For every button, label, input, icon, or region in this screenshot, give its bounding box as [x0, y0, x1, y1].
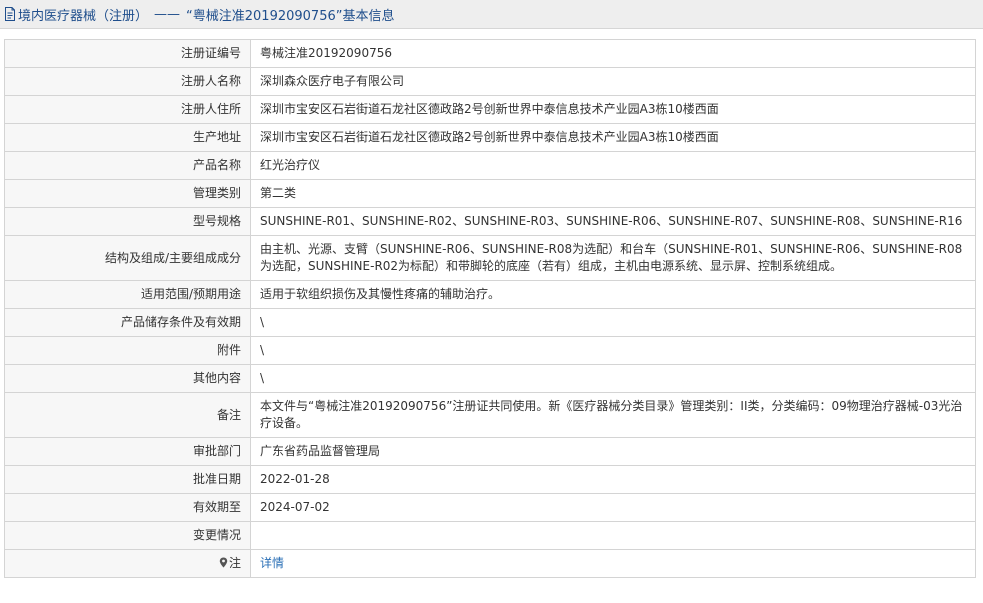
document-icon [5, 7, 15, 21]
row-label: 有效期至 [4, 493, 251, 522]
row-value: SUNSHINE-R01、SUNSHINE-R02、SUNSHINE-R03、S… [250, 207, 976, 236]
row-label: 其他内容 [4, 364, 251, 393]
table-row: 产品名称 红光治疗仪 [4, 151, 976, 180]
row-label: 审批部门 [4, 437, 251, 466]
row-label: 批准日期 [4, 465, 251, 494]
row-label: 注册证编号 [4, 39, 251, 68]
header-separator: —— [154, 6, 181, 22]
table-row: 生产地址 深圳市宝安区石岩街道石龙社区德政路2号创新世界中泰信息技术产业园A3栋… [4, 123, 976, 152]
row-label: 管理类别 [4, 179, 251, 208]
table-row: 注册人住所 深圳市宝安区石岩街道石龙社区德政路2号创新世界中泰信息技术产业园A3… [4, 95, 976, 124]
table-row: 其他内容 \ [4, 364, 976, 393]
row-value: 粤械注准20192090756 [250, 39, 976, 68]
row-value: 本文件与“粤械注准20192090756”注册证共同使用。新《医疗器械分类目录》… [250, 392, 976, 438]
table-row: 注册证编号 粤械注准20192090756 [4, 39, 976, 68]
row-label: 型号规格 [4, 207, 251, 236]
row-value: 深圳市宝安区石岩街道石龙社区德政路2号创新世界中泰信息技术产业园A3栋10楼西面 [250, 95, 976, 124]
row-value: 适用于软组织损伤及其慢性疼痛的辅助治疗。 [250, 280, 976, 309]
note-label-cell: 注 [4, 549, 251, 578]
row-label: 产品储存条件及有效期 [4, 308, 251, 337]
row-value: 广东省药品监督管理局 [250, 437, 976, 466]
row-value: 2022-01-28 [250, 465, 976, 494]
row-value: \ [250, 336, 976, 365]
info-table: 注册证编号 粤械注准20192090756 注册人名称 深圳森众医疗电子有限公司… [4, 39, 976, 578]
row-value: 深圳市宝安区石岩街道石龙社区德政路2号创新世界中泰信息技术产业园A3栋10楼西面 [250, 123, 976, 152]
row-label: 结构及组成/主要组成成分 [4, 235, 251, 281]
note-row: 注 详情 [4, 549, 976, 578]
row-label: 备注 [4, 392, 251, 438]
row-value: 2024-07-02 [250, 493, 976, 522]
note-value-cell: 详情 [250, 549, 976, 578]
location-pin-icon [219, 557, 228, 568]
table-row: 批准日期 2022-01-28 [4, 465, 976, 494]
row-value: \ [250, 364, 976, 393]
row-value [250, 521, 976, 550]
row-label: 注册人住所 [4, 95, 251, 124]
table-row: 有效期至 2024-07-02 [4, 493, 976, 522]
row-label: 变更情况 [4, 521, 251, 550]
table-row: 注册人名称 深圳森众医疗电子有限公司 [4, 67, 976, 96]
table-row: 结构及组成/主要组成成分 由主机、光源、支臂（SUNSHINE-R06、SUNS… [4, 235, 976, 281]
row-value: 第二类 [250, 179, 976, 208]
row-label: 生产地址 [4, 123, 251, 152]
table-row: 产品储存条件及有效期 \ [4, 308, 976, 337]
row-value: 红光治疗仪 [250, 151, 976, 180]
row-label: 产品名称 [4, 151, 251, 180]
table-row: 审批部门 广东省药品监督管理局 [4, 437, 976, 466]
table-row: 管理类别 第二类 [4, 179, 976, 208]
header-category: 境内医疗器械（注册） [18, 8, 149, 24]
table-row: 适用范围/预期用途 适用于软组织损伤及其慢性疼痛的辅助治疗。 [4, 280, 976, 309]
row-label: 适用范围/预期用途 [4, 280, 251, 309]
page-header: 境内医疗器械（注册） —— “粤械注准20192090756”基本信息 [0, 0, 983, 29]
row-label: 注册人名称 [4, 67, 251, 96]
table-row: 变更情况 [4, 521, 976, 550]
row-value: 深圳森众医疗电子有限公司 [250, 67, 976, 96]
table-row: 备注 本文件与“粤械注准20192090756”注册证共同使用。新《医疗器械分类… [4, 392, 976, 438]
detail-link[interactable]: 详情 [260, 556, 284, 570]
table-row: 附件 \ [4, 336, 976, 365]
row-value: \ [250, 308, 976, 337]
row-value: 由主机、光源、支臂（SUNSHINE-R06、SUNSHINE-R08为选配）和… [250, 235, 976, 281]
row-label: 附件 [4, 336, 251, 365]
table-row: 型号规格 SUNSHINE-R01、SUNSHINE-R02、SUNSHINE-… [4, 207, 976, 236]
note-label: 注 [228, 556, 241, 570]
header-title: “粤械注准20192090756”基本信息 [186, 8, 395, 24]
